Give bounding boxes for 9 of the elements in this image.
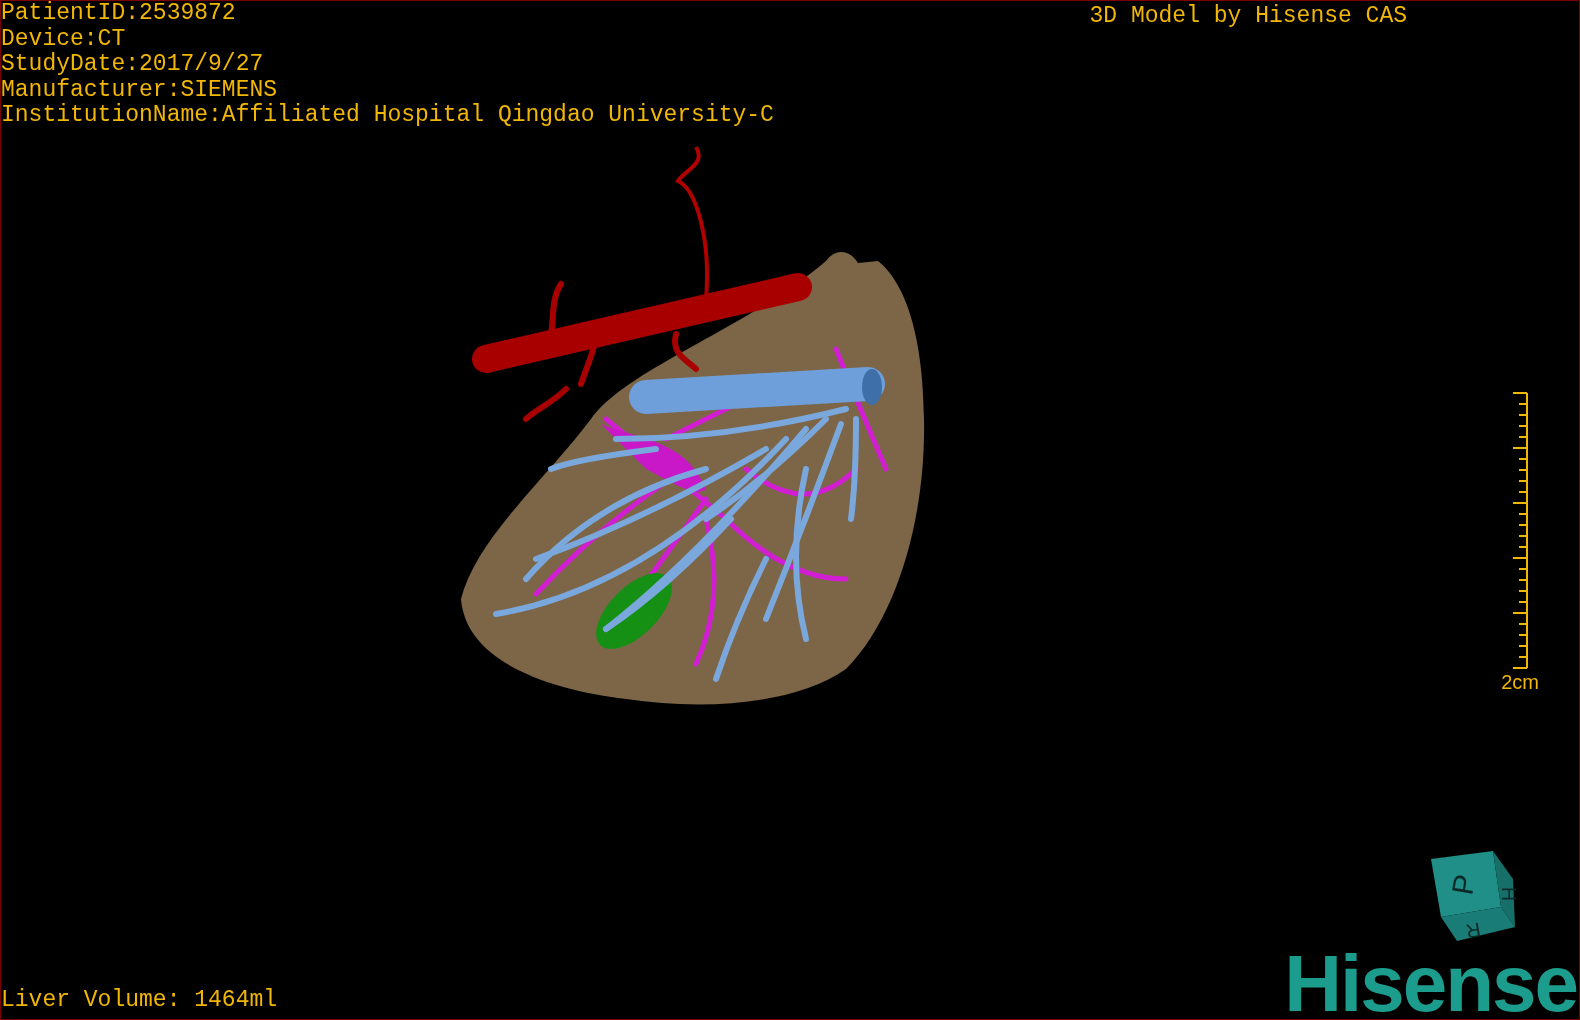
brand-logo: Hisense (1284, 949, 1577, 1019)
patient-info-line: Device:CT (1, 26, 127, 52)
viewer-title: 3D Model by Hisense CAS (1089, 2, 1407, 31)
patient-info-line: StudyDate:2017/9/27 (1, 52, 265, 78)
patient-info-line: PatientID:2539872 (1, 1, 237, 27)
patient-info-line: InstitutionName:Affiliated Hospital Qingdao University-C (1, 103, 774, 129)
scale-label: 2cm (1501, 670, 1539, 693)
liver-volume-text: Liver Volume: 1464ml (1, 987, 278, 1013)
patient-info-line: Manufacturer:SIEMENS (1, 77, 279, 103)
